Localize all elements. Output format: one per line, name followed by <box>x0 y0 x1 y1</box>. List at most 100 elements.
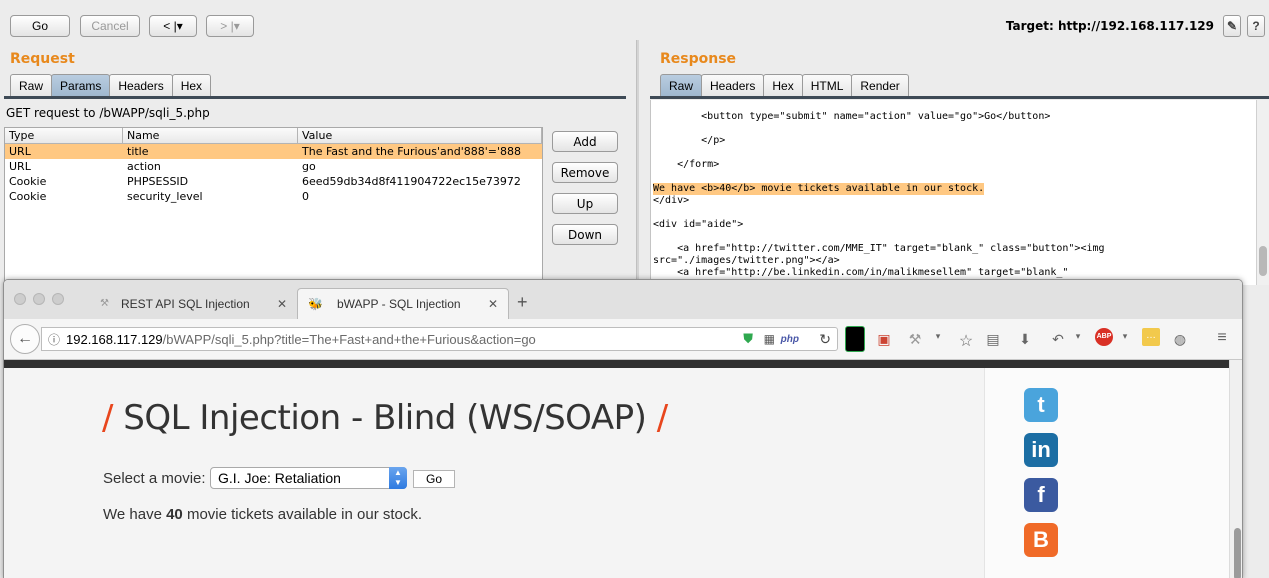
title-slash-right: / <box>656 398 668 438</box>
stock-prefix: We have <box>103 506 167 523</box>
table-row[interactable]: Cookie security_level 0 <box>5 189 542 204</box>
code-line: </p> <box>653 135 726 146</box>
page-header-bar <box>4 360 1229 368</box>
stock-suffix: movie tickets available in our stock. <box>182 506 423 523</box>
request-tab-underline <box>4 96 626 99</box>
qr-code-icon[interactable]: ▦ <box>764 332 775 346</box>
menu-hamburger-icon[interactable]: ≡ <box>1212 329 1232 347</box>
browser-tab-bwapp[interactable]: 🐝 bWAPP - SQL Injection ✕ <box>297 288 509 319</box>
history-back-button[interactable]: < |▾ <box>149 15 197 37</box>
response-tab-underline <box>650 96 1269 99</box>
request-tab-hex[interactable]: Hex <box>171 74 212 96</box>
movie-select[interactable]: G.I. Joe: Retaliation ▲ ▼ <box>210 467 407 489</box>
table-row[interactable]: Cookie PHPSESSID 6eed59db34d8f411904722e… <box>5 174 542 189</box>
browser-tab-rest-api[interactable]: ⚒ REST API SQL Injection ✕ <box>92 288 297 319</box>
site-info-icon[interactable]: ⓘ <box>42 331 66 348</box>
table-row[interactable]: URL action go <box>5 159 542 174</box>
tools-addon-icon[interactable]: ⚒ <box>905 331 925 348</box>
column-header-type[interactable]: Type <box>5 128 123 143</box>
response-tab-raw[interactable]: Raw <box>660 74 703 96</box>
tab-label: bWAPP - SQL Injection <box>336 297 461 311</box>
cell-value: The Fast and the Furious'and'888'='888 <box>302 145 522 158</box>
selected-movie: G.I. Joe: Retaliation <box>218 470 341 486</box>
twitter-icon[interactable]: t <box>1024 388 1058 422</box>
remove-param-button[interactable]: Remove <box>552 162 618 183</box>
cell-type: URL <box>9 160 31 173</box>
target-label: Target: http://192.168.117.129 <box>1005 19 1214 33</box>
facebook-icon[interactable]: f <box>1024 478 1058 512</box>
pane-divider[interactable] <box>636 40 639 285</box>
column-header-name[interactable]: Name <box>123 128 298 143</box>
browser-window: ⚒ REST API SQL Injection ✕ 🐝 bWAPP - SQL… <box>3 279 1243 578</box>
minimize-window-icon[interactable] <box>33 293 45 305</box>
globe-icon[interactable]: ◍ <box>1170 331 1190 348</box>
bookmark-star-icon[interactable]: ☆ <box>956 331 976 351</box>
php-icon[interactable]: php <box>781 334 799 345</box>
close-tab-icon[interactable]: ✕ <box>277 297 287 311</box>
web-page: / SQL Injection - Blind (WS/SOAP) / Sele… <box>4 360 1229 578</box>
zoom-window-icon[interactable] <box>52 293 64 305</box>
close-window-icon[interactable] <box>14 293 26 305</box>
adblock-icon[interactable]: ABP <box>1095 328 1113 346</box>
scrollbar-thumb[interactable] <box>1259 246 1267 276</box>
tab-label: REST API SQL Injection <box>120 296 250 311</box>
edit-target-icon[interactable]: ✎ <box>1223 15 1241 37</box>
move-up-button[interactable]: Up <box>552 193 618 214</box>
linkedin-icon[interactable]: in <box>1024 433 1058 467</box>
cell-name: action <box>127 160 161 173</box>
column-header-value[interactable]: Value <box>298 128 542 143</box>
history-forward-button[interactable]: > |▾ <box>206 15 254 37</box>
code-line-highlighted: We have <b>40</b> movie tickets availabl… <box>653 183 985 195</box>
response-tab-headers[interactable]: Headers <box>701 74 765 96</box>
back-icon[interactable]: ← <box>10 324 40 354</box>
select-arrows-icon: ▲ ▼ <box>389 467 407 489</box>
request-tabs: Raw Params Headers Hex <box>10 74 212 96</box>
cell-name: PHPSESSID <box>127 175 189 188</box>
cancel-button[interactable]: Cancel <box>80 15 140 37</box>
download-icon[interactable]: ⬇ <box>1015 331 1035 348</box>
bee-favicon-icon: 🐝 <box>308 297 323 311</box>
code-line: </form> <box>653 159 720 170</box>
code-line: </div> <box>653 195 690 206</box>
terminal-addon-icon[interactable] <box>845 326 865 352</box>
stock-message: We have 40 movie tickets available in ou… <box>103 506 422 523</box>
response-tabs: Raw Headers Hex HTML Render <box>660 74 909 96</box>
adblock-dropdown-icon[interactable]: ▾ <box>1115 331 1135 342</box>
response-tab-html[interactable]: HTML <box>801 74 853 96</box>
go-button[interactable]: Go <box>10 15 70 37</box>
scrollbar-thumb[interactable] <box>1234 528 1241 578</box>
title-slash-left: / <box>102 398 113 438</box>
close-tab-icon[interactable]: ✕ <box>488 297 498 311</box>
undo-dropdown-icon[interactable]: ▾ <box>1068 331 1088 342</box>
page-title: / SQL Injection - Blind (WS/SOAP) / <box>102 398 668 438</box>
move-down-button[interactable]: Down <box>552 224 618 245</box>
screen-addon-icon[interactable]: ▣ <box>874 331 894 348</box>
notes-addon-icon[interactable]: … <box>1142 328 1160 346</box>
help-icon[interactable]: ? <box>1247 15 1265 37</box>
reload-icon[interactable]: ↻ <box>819 331 831 348</box>
code-line: <a href="http://be.linkedin.com/in/malik… <box>653 267 1069 278</box>
shield-icon[interactable]: ⛊ <box>743 331 753 347</box>
reading-list-icon[interactable]: ▤ <box>983 331 1003 348</box>
response-tab-render[interactable]: Render <box>851 74 909 96</box>
blogger-icon[interactable]: B <box>1024 523 1058 557</box>
response-raw-editor[interactable]: <button type="submit" name="action" valu… <box>650 100 1256 285</box>
undo-icon[interactable]: ↶ <box>1048 331 1068 348</box>
cell-value: go <box>302 160 316 173</box>
page-scrollbar[interactable] <box>1229 360 1242 578</box>
code-line: src="./images/twitter.png"></a> <box>653 255 840 266</box>
request-tab-headers[interactable]: Headers <box>109 74 173 96</box>
table-row[interactable]: URL title The Fast and the Furious'and'8… <box>5 144 542 159</box>
cell-type: Cookie <box>9 190 47 203</box>
request-tab-params[interactable]: Params <box>51 74 111 96</box>
request-tab-raw[interactable]: Raw <box>10 74 53 96</box>
tools-dropdown-icon[interactable]: ▾ <box>928 331 948 342</box>
add-param-button[interactable]: Add <box>552 131 618 152</box>
page-go-button[interactable]: Go <box>413 470 455 488</box>
url-bar[interactable]: ⓘ 192.168.117.129/bWAPP/sqli_5.php?title… <box>41 327 838 351</box>
response-scrollbar[interactable] <box>1256 100 1269 285</box>
social-sidebar: t in f B <box>984 368 1229 578</box>
response-tab-hex[interactable]: Hex <box>763 74 803 96</box>
request-heading: Request <box>10 51 75 67</box>
new-tab-icon[interactable]: + <box>517 292 528 313</box>
